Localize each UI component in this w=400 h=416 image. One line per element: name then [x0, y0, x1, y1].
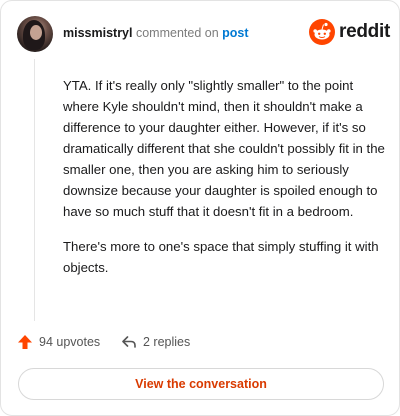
- reddit-wordmark: reddit: [339, 21, 390, 42]
- reply-icon: [122, 336, 136, 348]
- comment-paragraph: There's more to one's space that simply …: [63, 239, 379, 275]
- thread-line: [34, 59, 35, 321]
- comment-card: missmistryl commented on post reddit YTA…: [0, 0, 400, 416]
- comment-paragraph: YTA. If it's really only "slightly small…: [63, 78, 385, 219]
- view-conversation-button[interactable]: View the conversation: [18, 368, 384, 400]
- upvote-arrow-icon: [18, 335, 32, 349]
- avatar-face: [30, 25, 42, 40]
- username[interactable]: missmistryl: [63, 26, 132, 40]
- reddit-logo[interactable]: reddit: [309, 19, 390, 47]
- reply-count: 2 replies: [143, 335, 191, 349]
- post-link[interactable]: post: [222, 26, 248, 40]
- replies-button[interactable]: 2 replies: [121, 334, 190, 350]
- upvote-count: 94 upvotes: [39, 335, 101, 349]
- comment-meta: missmistryl commented on post: [63, 26, 249, 40]
- comment-header: missmistryl commented on post reddit: [17, 16, 390, 52]
- commented-on-text: commented on: [135, 26, 219, 40]
- comment-body: YTA. If it's really only "slightly small…: [63, 75, 387, 292]
- upvote-button[interactable]: 94 upvotes: [17, 334, 100, 350]
- reddit-snoo-icon: [309, 19, 335, 45]
- comment-actions: 94 upvotes 2 replies: [17, 334, 385, 354]
- avatar[interactable]: [17, 16, 53, 52]
